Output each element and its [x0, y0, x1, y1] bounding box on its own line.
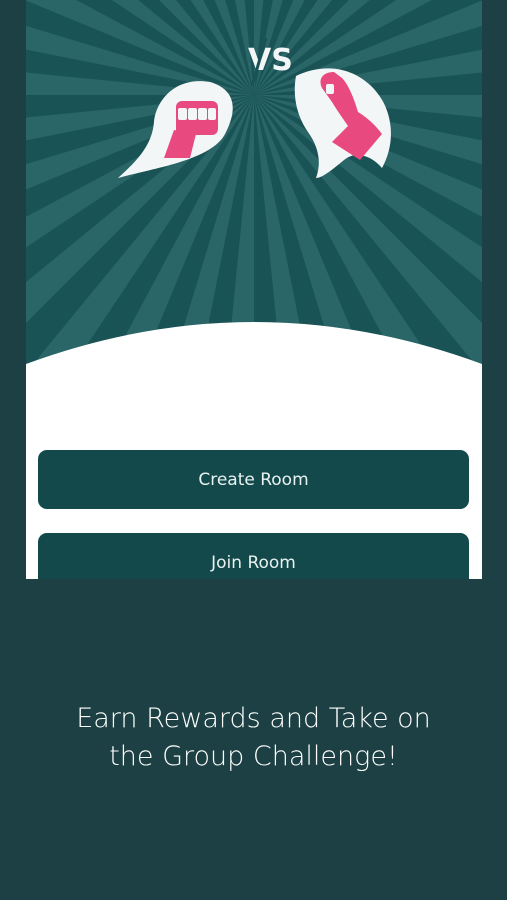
- promo-line-1: Earn Rewards and Take on: [76, 703, 431, 734]
- join-room-label: Join Room: [211, 552, 296, 573]
- app-screen: VS Create Room Join Room: [26, 0, 482, 579]
- create-room-button[interactable]: Create Room: [38, 450, 469, 509]
- versus-hero-banner: VS: [26, 0, 482, 420]
- promo-line-2: the Group Challenge!: [109, 741, 398, 772]
- join-room-button[interactable]: Join Room: [38, 533, 469, 579]
- create-room-label: Create Room: [198, 469, 309, 490]
- promo-caption: Earn Rewards and Take on the Group Chall…: [0, 700, 507, 776]
